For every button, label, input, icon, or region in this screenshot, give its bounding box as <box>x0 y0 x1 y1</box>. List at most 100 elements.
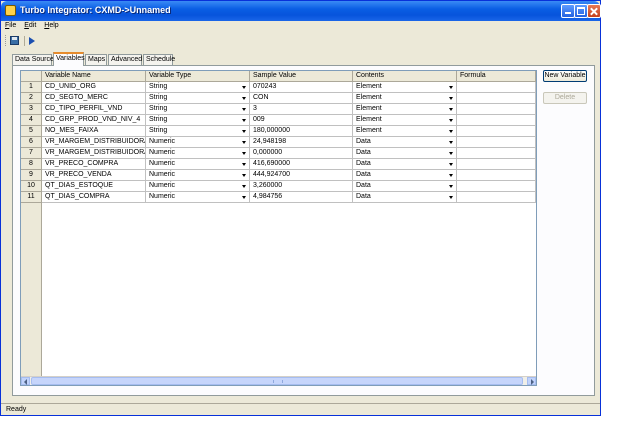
minimize-button[interactable] <box>561 4 575 18</box>
cell-formula[interactable] <box>457 148 536 159</box>
tab-variables[interactable]: Variables <box>53 52 85 66</box>
row-header[interactable]: 5 <box>21 126 42 137</box>
cell-contents[interactable]: Data <box>353 148 457 159</box>
cell-variable-name[interactable]: VR_MARGEM_DISTRIBUIDORA <box>42 137 146 148</box>
scroll-left-button[interactable] <box>21 377 30 385</box>
dropdown-arrow-icon[interactable] <box>242 97 246 100</box>
cell-variable-type[interactable]: String <box>146 126 250 137</box>
toolbar-grip[interactable] <box>5 35 8 46</box>
cell-variable-type[interactable]: Numeric <box>146 170 250 181</box>
cell-contents[interactable]: Data <box>353 192 457 203</box>
dropdown-arrow-icon[interactable] <box>242 152 246 155</box>
save-icon[interactable] <box>10 36 19 45</box>
dropdown-arrow-icon[interactable] <box>449 141 453 144</box>
row-header[interactable]: 2 <box>21 93 42 104</box>
dropdown-arrow-icon[interactable] <box>242 108 246 111</box>
horizontal-scrollbar[interactable] <box>21 376 536 385</box>
title-bar[interactable]: Turbo Integrator: CXMD->Unnamed <box>1 1 601 21</box>
cell-contents[interactable]: Element <box>353 104 457 115</box>
cell-variable-type[interactable]: String <box>146 82 250 93</box>
col-header-contents[interactable]: Contents <box>353 71 457 82</box>
dropdown-arrow-icon[interactable] <box>449 130 453 133</box>
cell-contents[interactable]: Data <box>353 159 457 170</box>
cell-formula[interactable] <box>457 104 536 115</box>
cell-variable-name[interactable]: QT_DIAS_ESTOQUE <box>42 181 146 192</box>
row-header[interactable]: 3 <box>21 104 42 115</box>
row-header[interactable]: 4 <box>21 115 42 126</box>
dropdown-arrow-icon[interactable] <box>242 130 246 133</box>
dropdown-arrow-icon[interactable] <box>242 174 246 177</box>
run-icon[interactable] <box>29 37 35 45</box>
col-header-sample-value[interactable]: Sample Value <box>250 71 353 82</box>
cell-variable-type[interactable]: Numeric <box>146 137 250 148</box>
dropdown-arrow-icon[interactable] <box>449 119 453 122</box>
dropdown-arrow-icon[interactable] <box>449 108 453 111</box>
dropdown-arrow-icon[interactable] <box>242 86 246 89</box>
cell-variable-name[interactable]: VR_PRECO_VENDA <box>42 170 146 181</box>
cell-variable-type[interactable]: Numeric <box>146 181 250 192</box>
scroll-thumb[interactable] <box>31 377 523 385</box>
dropdown-arrow-icon[interactable] <box>449 174 453 177</box>
cell-contents[interactable]: Element <box>353 93 457 104</box>
row-header[interactable]: 11 <box>21 192 42 203</box>
dropdown-arrow-icon[interactable] <box>449 97 453 100</box>
row-header[interactable]: 1 <box>21 82 42 93</box>
cell-variable-name[interactable]: CD_UNID_ORG <box>42 82 146 93</box>
dropdown-arrow-icon[interactable] <box>449 196 453 199</box>
cell-formula[interactable] <box>457 126 536 137</box>
menu-help[interactable]: Help <box>44 22 58 29</box>
cell-variable-name[interactable]: NO_MES_FAIXA <box>42 126 146 137</box>
menu-edit[interactable]: Edit <box>24 22 36 29</box>
cell-variable-name[interactable]: QT_DIAS_COMPRA <box>42 192 146 203</box>
cell-variable-type[interactable]: Numeric <box>146 192 250 203</box>
dropdown-arrow-icon[interactable] <box>449 185 453 188</box>
col-header-variable-type[interactable]: Variable Type <box>146 71 250 82</box>
maximize-button[interactable] <box>574 4 588 18</box>
cell-variable-type[interactable]: Numeric <box>146 159 250 170</box>
dropdown-arrow-icon[interactable] <box>242 185 246 188</box>
cell-contents[interactable]: Element <box>353 126 457 137</box>
cell-variable-name[interactable]: CD_TIPO_PERFIL_VND <box>42 104 146 115</box>
cell-contents[interactable]: Element <box>353 82 457 93</box>
col-header-variable-name[interactable]: Variable Name <box>42 71 146 82</box>
cell-contents[interactable]: Data <box>353 137 457 148</box>
tab-maps[interactable]: Maps <box>85 54 107 65</box>
dropdown-arrow-icon[interactable] <box>242 163 246 166</box>
cell-formula[interactable] <box>457 181 536 192</box>
delete-button[interactable]: Delete <box>543 92 587 104</box>
cell-formula[interactable] <box>457 159 536 170</box>
cell-formula[interactable] <box>457 93 536 104</box>
cell-variable-type[interactable]: String <box>146 115 250 126</box>
cell-variable-name[interactable]: VR_PRECO_COMPRA <box>42 159 146 170</box>
dropdown-arrow-icon[interactable] <box>242 196 246 199</box>
cell-variable-type[interactable]: Numeric <box>146 148 250 159</box>
cell-variable-type[interactable]: String <box>146 93 250 104</box>
dropdown-arrow-icon[interactable] <box>449 86 453 89</box>
dropdown-arrow-icon[interactable] <box>242 141 246 144</box>
dropdown-arrow-icon[interactable] <box>449 152 453 155</box>
new-variable-button[interactable]: New Variable <box>543 70 587 82</box>
cell-formula[interactable] <box>457 137 536 148</box>
cell-formula[interactable] <box>457 82 536 93</box>
dropdown-arrow-icon[interactable] <box>449 163 453 166</box>
cell-variable-name[interactable]: CD_SEGTO_MERC <box>42 93 146 104</box>
row-header[interactable]: 8 <box>21 159 42 170</box>
menu-file[interactable]: File <box>5 22 16 29</box>
cell-variable-type[interactable]: String <box>146 104 250 115</box>
row-header[interactable]: 10 <box>21 181 42 192</box>
tab-advanced[interactable]: Advanced <box>108 54 142 65</box>
cell-variable-name[interactable]: CD_GRP_PROD_VND_NIV_4 <box>42 115 146 126</box>
scroll-right-button[interactable] <box>527 377 536 385</box>
cell-formula[interactable] <box>457 115 536 126</box>
cell-contents[interactable]: Element <box>353 115 457 126</box>
close-button[interactable] <box>587 4 601 18</box>
dropdown-arrow-icon[interactable] <box>242 119 246 122</box>
tab-schedule[interactable]: Schedule <box>143 54 175 65</box>
cell-formula[interactable] <box>457 170 536 181</box>
cell-variable-name[interactable]: VR_MARGEM_DISTRIBUIDORA_GN <box>42 148 146 159</box>
row-header[interactable]: 7 <box>21 148 42 159</box>
row-header[interactable]: 6 <box>21 137 42 148</box>
cell-contents[interactable]: Data <box>353 170 457 181</box>
tab-data-source[interactable]: Data Source <box>12 54 54 65</box>
cell-contents[interactable]: Data <box>353 181 457 192</box>
